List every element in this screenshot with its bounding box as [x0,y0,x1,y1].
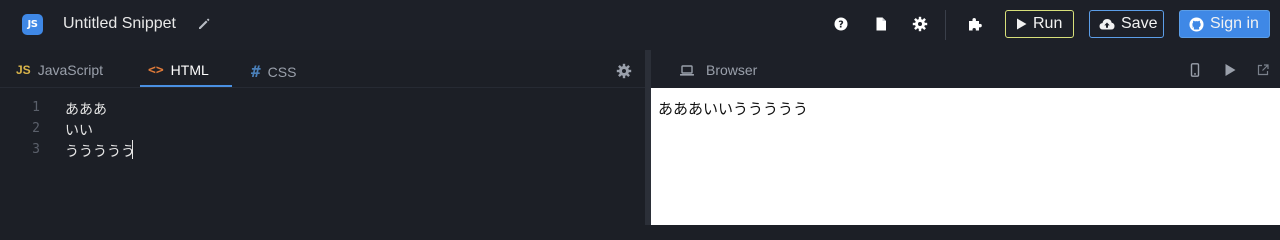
code-editor-pane: JS JavaScript <> HTML # CSS 1 あああ 2 いい 3… [0,50,645,225]
tab-browser-label: Browser [706,62,758,78]
tab-javascript[interactable]: JS JavaScript [16,62,103,78]
settings-icon[interactable] [912,16,928,32]
play-icon [1017,18,1027,30]
run-button[interactable]: Run [1005,10,1074,38]
sign-in-button[interactable]: Sign in [1179,10,1270,38]
editor-settings-icon[interactable] [616,63,632,79]
preview-content-text: あああいいううううう [658,100,809,118]
line-text: ううううう [65,144,135,160]
svg-text:?: ? [838,20,844,31]
css-icon: # [251,62,261,81]
browser-preview[interactable]: あああいいううううう [651,88,1280,225]
tab-javascript-label: JavaScript [37,62,104,78]
line-text: あああ [65,102,107,118]
run-preview-icon[interactable] [1223,63,1237,77]
save-button-label: Save [1121,15,1158,32]
text-cursor [132,140,133,159]
open-external-icon[interactable] [1257,64,1269,76]
edit-title-pencil-icon[interactable] [197,17,211,31]
editor-tab-bar: JS JavaScript <> HTML # CSS [0,50,645,88]
tab-css-label: CSS [267,63,297,80]
tab-html[interactable]: <> HTML [148,62,209,78]
snippet-title[interactable]: Untitled Snippet [63,15,176,33]
app-logo[interactable]: JS [22,14,43,35]
code-line[interactable]: 2 いい [0,119,645,140]
code-line[interactable]: 1 あああ [0,98,645,119]
laptop-icon [680,64,694,76]
line-number: 1 [32,100,40,115]
run-button-label: Run [1033,15,1063,32]
line-number: 3 [32,142,40,157]
sign-in-button-label: Sign in [1210,15,1259,32]
code-line[interactable]: 3 ううううう [0,140,645,161]
line-number: 2 [32,121,40,136]
cloud-upload-icon [1099,19,1115,30]
browser-tab-bar: Browser [651,50,1280,88]
html-icon: <> [148,62,164,78]
github-icon [1189,16,1204,32]
javascript-icon: JS [16,63,31,77]
mobile-preview-icon[interactable] [1188,63,1202,77]
tab-css[interactable]: # CSS [251,62,296,81]
extensions-icon[interactable] [967,16,983,32]
tab-browser[interactable]: Browser [680,62,757,78]
help-icon[interactable]: ? [833,16,849,32]
active-tab-indicator [140,85,232,87]
tab-html-label: HTML [170,62,209,78]
code-area[interactable]: 1 あああ 2 いい 3 ううううう [0,98,645,161]
header-separator [945,10,946,40]
line-text: いい [65,123,93,139]
document-icon[interactable] [873,16,889,32]
save-button[interactable]: Save [1089,10,1164,38]
top-header: JS Untitled Snippet ? Run Save Sign in [0,0,1280,50]
